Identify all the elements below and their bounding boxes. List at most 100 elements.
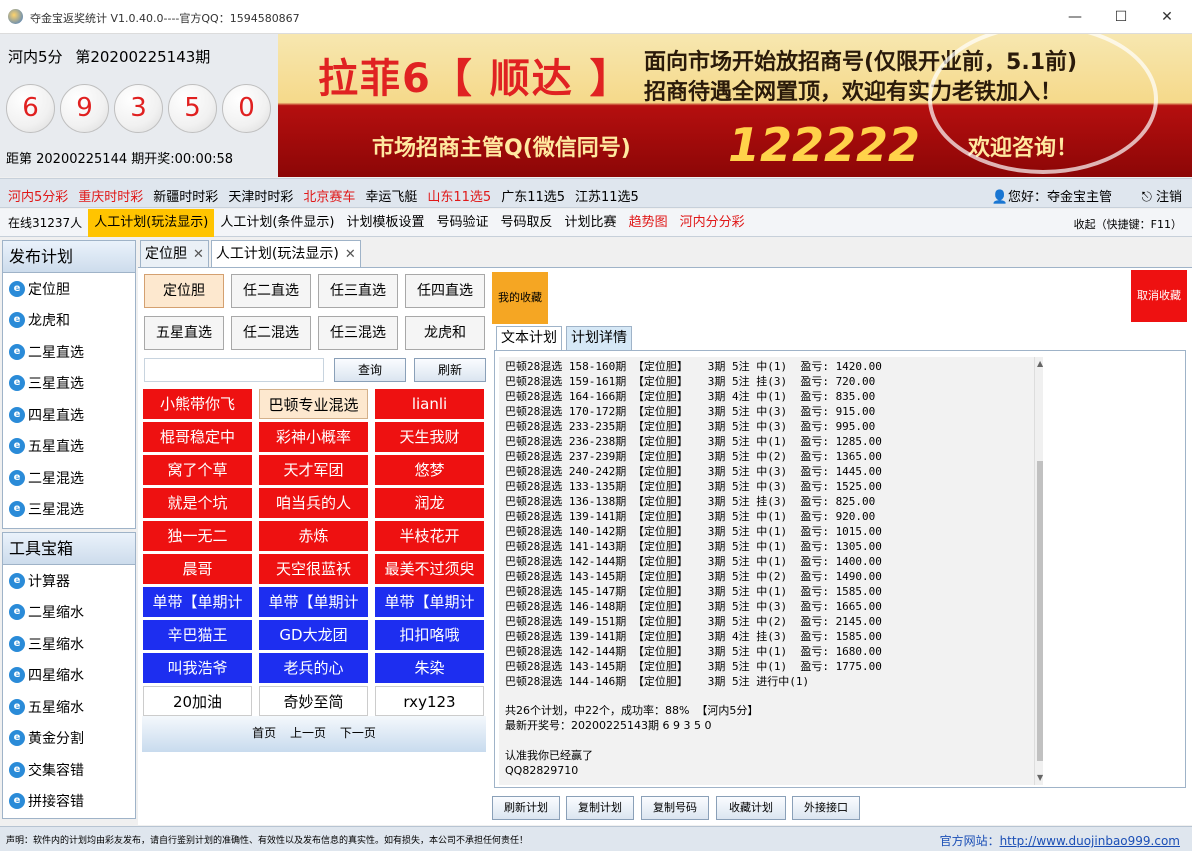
publish-item-4[interactable]: e 三星直选	[3, 368, 135, 400]
planner-button-11[interactable]: 咱当兵的人	[259, 488, 368, 518]
tool-item-5[interactable]: e 五星缩水	[3, 691, 135, 723]
refresh-button[interactable]: 刷新	[414, 358, 486, 382]
planner-button-27[interactable]: 朱染	[375, 653, 484, 683]
subtab-2[interactable]: 计划详情	[566, 326, 632, 350]
cancel-favorite-button[interactable]: 取消收藏	[1131, 270, 1187, 322]
play-button-5[interactable]: 五星直选	[144, 316, 224, 350]
planner-button-26[interactable]: 老兵的心	[259, 653, 368, 683]
scroll-down-icon[interactable]: ▼	[1037, 773, 1043, 782]
action-button-4[interactable]: 收藏计划	[716, 796, 786, 820]
planner-button-25[interactable]: 叫我浩爷	[143, 653, 252, 683]
action-button-3[interactable]: 复制号码	[641, 796, 709, 820]
ad-banner[interactable]: 拉菲6【 顺达 】 面向市场开始放招商号(仅限开业前，5.1前) 招商待遇全网置…	[278, 34, 1192, 177]
tool-item-1[interactable]: e 计算器	[3, 565, 135, 597]
play-button-7[interactable]: 任三混选	[318, 316, 398, 350]
action-button-2[interactable]: 复制计划	[566, 796, 634, 820]
tool-item-2[interactable]: e 二星缩水	[3, 597, 135, 629]
planner-button-15[interactable]: 半枝花开	[375, 521, 484, 551]
menu-item-8[interactable]: 河内分分彩	[674, 209, 751, 237]
planner-button-7[interactable]: 窝了个草	[143, 455, 252, 485]
planner-button-16[interactable]: 晨哥	[143, 554, 252, 584]
publish-item-1[interactable]: e 定位胆	[3, 273, 135, 305]
logout-link[interactable]: ⎋ 注销	[1142, 186, 1182, 205]
tool-item-3[interactable]: e 三星缩水	[3, 628, 135, 660]
menu-item-3[interactable]: 计划模板设置	[341, 209, 431, 237]
official-site-link[interactable]: http://www.duojinbao999.com	[1000, 834, 1180, 848]
publish-item-2[interactable]: e 龙虎和	[3, 305, 135, 337]
next-page-link[interactable]: 下一页	[340, 726, 376, 740]
action-button-5[interactable]: 外接接口	[792, 796, 860, 820]
scroll-thumb[interactable]	[1037, 461, 1043, 761]
planner-button-12[interactable]: 润龙	[375, 488, 484, 518]
menu-item-7[interactable]: 趋势图	[623, 209, 674, 237]
play-button-4[interactable]: 任四直选	[405, 274, 485, 308]
play-button-2[interactable]: 任二直选	[231, 274, 311, 308]
menu-item-1[interactable]: 人工计划(玩法显示)	[88, 209, 215, 237]
lottery-type-9[interactable]: 江苏11选5	[575, 186, 639, 205]
tool-item-4[interactable]: e 四星缩水	[3, 660, 135, 692]
plan-scrollbar[interactable]: ▲ ▼	[1034, 357, 1043, 785]
lottery-type-1[interactable]: 河内5分彩	[8, 186, 68, 205]
lottery-type-3[interactable]: 新疆时时彩	[153, 186, 218, 205]
menu-item-5[interactable]: 号码取反	[495, 209, 559, 237]
planner-button-24[interactable]: 扣扣咯哦	[375, 620, 484, 650]
planner-button-1[interactable]: 小熊带你飞	[143, 389, 252, 419]
planner-button-21[interactable]: 单带【单期计	[375, 587, 484, 617]
minimize-button[interactable]: —	[1060, 6, 1090, 28]
menu-item-4[interactable]: 号码验证	[431, 209, 495, 237]
close-button[interactable]: ✕	[1152, 6, 1182, 28]
planner-button-14[interactable]: 赤炼	[259, 521, 368, 551]
plan-text-area[interactable]: 巴顿28混选 158-160期 【定位胆】 3期 5注 中(1) 盈亏: 142…	[499, 357, 1043, 785]
search-input[interactable]	[144, 358, 324, 382]
lottery-type-2[interactable]: 重庆时时彩	[78, 186, 143, 205]
publish-item-8[interactable]: e 三星混选	[3, 494, 135, 526]
play-button-1[interactable]: 定位胆	[144, 274, 224, 308]
my-favorites-button[interactable]: 我的收藏	[492, 272, 548, 324]
maximize-button[interactable]: ☐	[1106, 6, 1136, 28]
planner-button-6[interactable]: 天生我财	[375, 422, 484, 452]
collapse-hint[interactable]: 收起（快捷键：F11）	[1074, 216, 1182, 232]
play-button-8[interactable]: 龙虎和	[405, 316, 485, 350]
scroll-up-icon[interactable]: ▲	[1037, 359, 1043, 368]
planner-button-30[interactable]: rxy123	[375, 686, 484, 716]
tool-item-7[interactable]: e 交集容错	[3, 754, 135, 786]
planner-button-18[interactable]: 最美不过须臾	[375, 554, 484, 584]
planner-button-13[interactable]: 独一无二	[143, 521, 252, 551]
tool-item-6[interactable]: e 黄金分割	[3, 723, 135, 755]
play-button-6[interactable]: 任二混选	[231, 316, 311, 350]
tab-2[interactable]: 人工计划(玩法显示) ✕	[210, 240, 361, 268]
lottery-type-4[interactable]: 天津时时彩	[228, 186, 293, 205]
planner-button-17[interactable]: 天空很蓝袄	[259, 554, 368, 584]
lottery-type-5[interactable]: 北京赛车	[303, 186, 355, 205]
planner-button-3[interactable]: lianli	[375, 389, 484, 419]
publish-item-7[interactable]: e 二星混选	[3, 462, 135, 494]
planner-button-19[interactable]: 单带【单期计	[143, 587, 252, 617]
planner-button-5[interactable]: 彩神小概率	[259, 422, 368, 452]
planner-button-22[interactable]: 辛巴猫王	[143, 620, 252, 650]
play-button-3[interactable]: 任三直选	[318, 274, 398, 308]
lottery-type-6[interactable]: 幸运飞艇	[365, 186, 417, 205]
planner-button-9[interactable]: 悠梦	[375, 455, 484, 485]
lottery-type-8[interactable]: 广东11选5	[501, 186, 565, 205]
planner-button-28[interactable]: 20加油	[143, 686, 252, 716]
planner-button-29[interactable]: 奇妙至简	[259, 686, 368, 716]
tool-item-8[interactable]: e 拼接容错	[3, 786, 135, 818]
planner-button-4[interactable]: 棍哥稳定中	[143, 422, 252, 452]
planner-button-20[interactable]: 单带【单期计	[259, 587, 368, 617]
publish-item-3[interactable]: e 二星直选	[3, 336, 135, 368]
close-icon[interactable]: ✕	[193, 247, 204, 262]
close-icon[interactable]: ✕	[345, 247, 356, 262]
publish-item-5[interactable]: e 四星直选	[3, 399, 135, 431]
planner-button-8[interactable]: 天才军团	[259, 455, 368, 485]
planner-button-23[interactable]: GD大龙团	[259, 620, 368, 650]
tab-1[interactable]: 定位胆 ✕	[140, 240, 209, 268]
lottery-type-7[interactable]: 山东11选5	[427, 186, 491, 205]
query-button[interactable]: 查询	[334, 358, 406, 382]
subtab-1[interactable]: 文本计划	[496, 326, 562, 350]
official-site[interactable]: 官方网站：http://www.duojinbao999.com	[940, 832, 1180, 849]
menu-item-2[interactable]: 人工计划(条件显示)	[214, 209, 340, 237]
action-button-1[interactable]: 刷新计划	[492, 796, 560, 820]
planner-button-10[interactable]: 就是个坑	[143, 488, 252, 518]
publish-item-6[interactable]: e 五星直选	[3, 431, 135, 463]
first-page-link[interactable]: 首页	[252, 726, 276, 740]
